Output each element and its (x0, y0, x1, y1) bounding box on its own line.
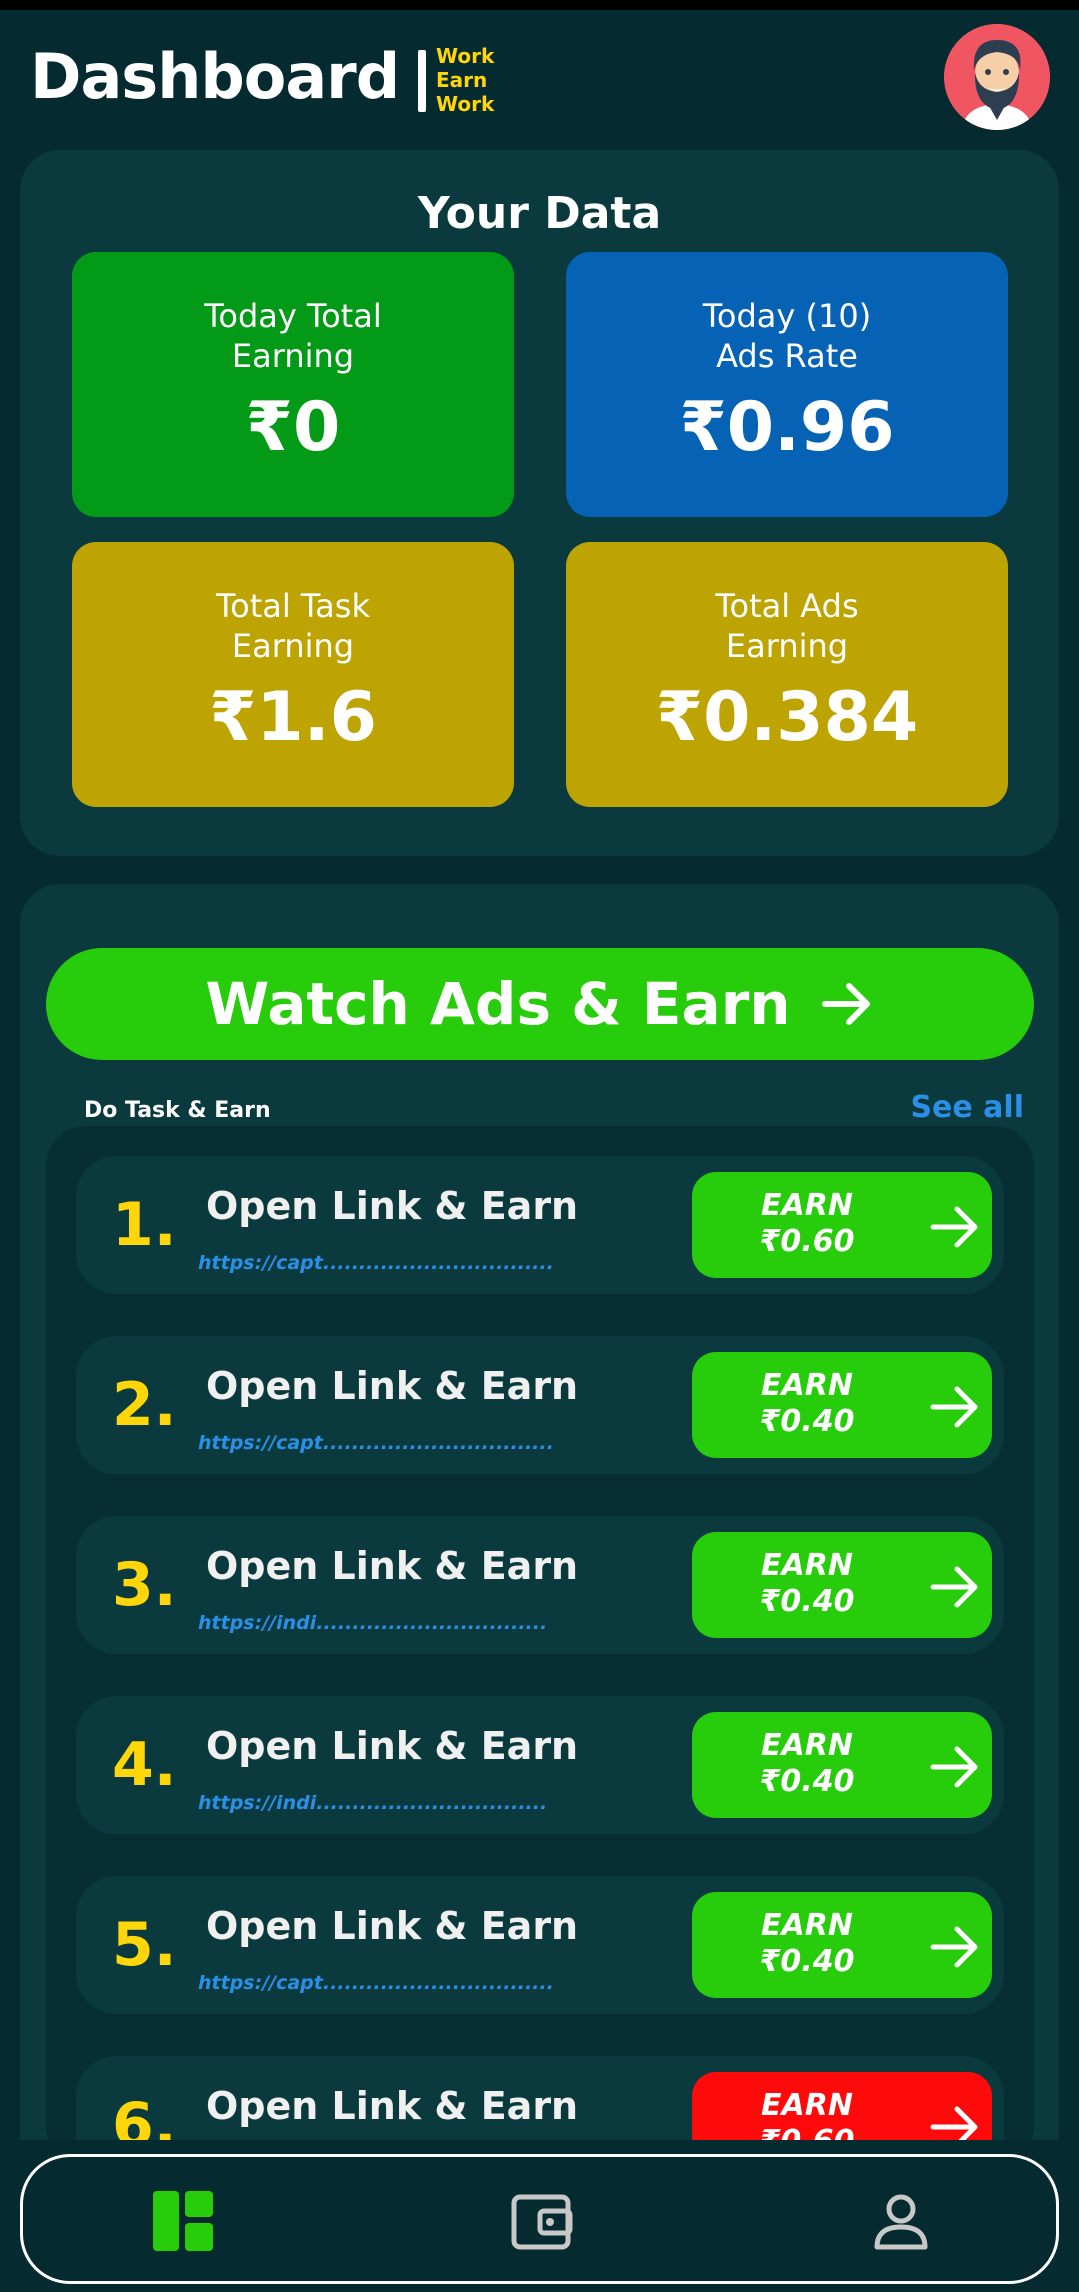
earn-value: ₹0.40 (759, 1404, 855, 1439)
task-url[interactable]: https://indi............................… (198, 1612, 547, 1634)
card-label: Today (10) Ads Rate (566, 296, 1008, 376)
earn-text: EARN ₹0.60 (692, 2088, 922, 2144)
earn-button[interactable]: EARN ₹0.40 (692, 1352, 992, 1458)
arrow-right-icon (930, 1566, 978, 1608)
earn-button[interactable]: EARN ₹0.40 (692, 1892, 992, 1998)
task-number: 5. (112, 1910, 177, 1980)
task-panel: Watch Ads & Earn Do Task & Earn See all … (20, 884, 1059, 2144)
task-list: 1. Open Link & Earn https://capt........… (46, 1126, 1034, 2144)
earn-button[interactable]: EARN ₹0.40 (692, 1532, 992, 1638)
card-label-line: Earning (231, 337, 355, 375)
title-divider (418, 50, 426, 112)
card-value: ₹0 (245, 388, 341, 467)
task-item: 4. Open Link & Earn https://indi........… (76, 1696, 1004, 1834)
nav-item-dashboard[interactable] (145, 2183, 221, 2259)
earn-button[interactable]: EARN ₹0.60 (692, 2072, 992, 2144)
card-label-line: Total Task (216, 587, 370, 625)
earn-value: ₹0.60 (759, 1224, 855, 1259)
arrow-right-icon (930, 1386, 978, 1428)
card-label-line: Ads Rate (716, 337, 858, 375)
arrow-right-icon (930, 1926, 978, 1968)
page-title: Dashboard (30, 40, 400, 113)
task-url[interactable]: https://capt............................… (198, 1972, 554, 1994)
earn-value: ₹0.40 (759, 1584, 855, 1619)
earn-text: EARN ₹0.60 (692, 1188, 922, 1260)
wallet-icon (511, 2194, 573, 2250)
card-value: ₹0.96 (679, 388, 895, 467)
profile-icon (874, 2194, 928, 2250)
task-item: 5. Open Link & Earn https://capt........… (76, 1876, 1004, 2014)
task-item: 2. Open Link & Earn https://capt........… (76, 1336, 1004, 1474)
bearded-man-avatar-icon (944, 24, 1050, 130)
section-header: Do Task & Earn See all (84, 1090, 1024, 1130)
task-title: Open Link & Earn (206, 1544, 579, 1588)
earn-label: EARN (761, 1908, 853, 1943)
earn-value: ₹0.40 (759, 1944, 855, 1979)
arrow-right-icon (930, 2106, 978, 2144)
task-number: 2. (112, 1370, 177, 1440)
your-data-panel: Your Data Today Total Earning ₹0 Today (… (20, 150, 1059, 856)
task-item: 1. Open Link & Earn https://capt........… (76, 1156, 1004, 1294)
card-label-line: Today (10) (702, 297, 872, 335)
earn-button[interactable]: EARN ₹0.60 (692, 1172, 992, 1278)
card-value: ₹0.384 (655, 678, 919, 757)
card-label: Total Task Earning (72, 586, 514, 666)
card-label: Today Total Earning (72, 296, 514, 376)
task-url[interactable]: https://indi............................… (198, 1792, 547, 1814)
card-label-line: Earning (725, 627, 849, 665)
task-number: 3. (112, 1550, 177, 1620)
watch-ads-button[interactable]: Watch Ads & Earn (46, 948, 1034, 1060)
task-item: 3. Open Link & Earn https://indi........… (76, 1516, 1004, 1654)
earn-text: EARN ₹0.40 (692, 1728, 922, 1800)
task-title: Open Link & Earn (206, 1724, 579, 1768)
earn-text: EARN ₹0.40 (692, 1908, 922, 1980)
tagline-line: Work (436, 44, 495, 68)
earn-label: EARN (761, 2088, 853, 2123)
task-title: Open Link & Earn (206, 1904, 579, 1948)
arrow-right-icon (930, 1206, 978, 1248)
tagline: Work Earn Work (436, 44, 494, 116)
task-url[interactable]: https://capt............................… (198, 1432, 554, 1454)
card-label-line: Total Ads (715, 587, 859, 625)
earn-label: EARN (761, 1368, 853, 1403)
today-total-earning-card: Today Total Earning ₹0 (72, 252, 514, 517)
dashboard-icon (153, 2191, 213, 2251)
tagline-line: Work (436, 92, 495, 116)
see-all-link[interactable]: See all (910, 1090, 1024, 1125)
section-label: Do Task & Earn (84, 1098, 271, 1123)
earn-value: ₹0.40 (759, 1764, 855, 1799)
earn-label: EARN (761, 1728, 853, 1763)
card-label-line: Today Total (204, 297, 382, 335)
header: Dashboard Work Earn Work (0, 10, 1079, 140)
tagline-line: Earn (436, 68, 488, 92)
watch-ads-label: Watch Ads & Earn (205, 970, 791, 1038)
task-number: 6. (112, 2090, 177, 2144)
task-number: 1. (112, 1190, 177, 1260)
earn-button[interactable]: EARN ₹0.40 (692, 1712, 992, 1818)
task-title: Open Link & Earn (206, 2084, 579, 2128)
earn-label: EARN (761, 1548, 853, 1583)
arrow-right-icon (821, 983, 870, 1025)
card-value: ₹1.6 (209, 678, 377, 757)
earn-label: EARN (761, 1188, 853, 1223)
bottom-nav (20, 2154, 1059, 2284)
task-title: Open Link & Earn (206, 1184, 579, 1228)
task-item: 6. Open Link & Earn EARN ₹0.60 (76, 2056, 1004, 2144)
earn-text: EARN ₹0.40 (692, 1548, 922, 1620)
task-url[interactable]: https://capt............................… (198, 1252, 554, 1274)
card-label-line: Earning (231, 627, 355, 665)
task-number: 4. (112, 1730, 177, 1800)
total-task-earning-card: Total Task Earning ₹1.6 (72, 542, 514, 807)
total-ads-earning-card: Total Ads Earning ₹0.384 (566, 542, 1008, 807)
avatar[interactable] (944, 24, 1050, 130)
status-bar (0, 0, 1079, 10)
earn-text: EARN ₹0.40 (692, 1368, 922, 1440)
today-ads-rate-card: Today (10) Ads Rate ₹0.96 (566, 252, 1008, 517)
task-title: Open Link & Earn (206, 1364, 579, 1408)
nav-item-wallet[interactable] (504, 2183, 580, 2259)
card-label: Total Ads Earning (566, 586, 1008, 666)
section-title: Your Data (417, 188, 662, 239)
nav-item-profile[interactable] (863, 2183, 939, 2259)
arrow-right-icon (930, 1746, 978, 1788)
